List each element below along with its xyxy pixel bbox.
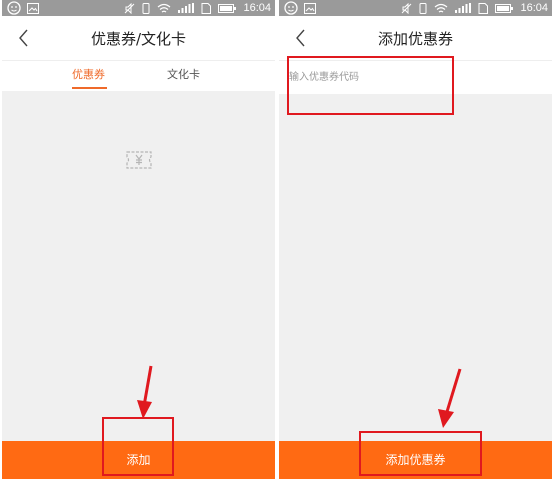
page-title: 优惠券/文化卡 [90, 30, 187, 48]
wifi-icon [158, 3, 171, 12]
status-time: 16:04 [520, 2, 548, 14]
tab-culture-card[interactable]: 文化卡 [167, 66, 200, 82]
vibrate-icon [142, 2, 150, 14]
add-button[interactable]: 添加 [2, 441, 275, 479]
battery-icon [495, 3, 514, 13]
signal-icon [178, 3, 195, 13]
coupon-code-row [279, 61, 552, 94]
tab-bar: 优惠券 文化卡 [2, 61, 275, 91]
face-icon [284, 1, 298, 15]
image-icon [304, 2, 316, 14]
left-phone-screen: 16:04 优惠券/文化卡 优惠券 文化卡 添加 [2, 0, 275, 479]
right-phone-screen: 16:04 添加优惠券 添加优惠券 [279, 0, 552, 479]
vibrate-icon [419, 2, 427, 14]
page-title: 添加优惠券 [377, 30, 453, 48]
sim-icon [478, 2, 489, 14]
face-icon [7, 1, 21, 15]
battery-icon [218, 3, 237, 13]
coupon-yen-icon [126, 151, 152, 169]
status-time: 16:04 [243, 2, 271, 14]
image-icon [27, 2, 39, 14]
mute-icon [402, 2, 412, 14]
coupon-list-empty [2, 91, 275, 441]
status-bar: 16:04 [2, 0, 275, 16]
add-coupon-button[interactable]: 添加优惠券 [279, 441, 552, 479]
content-area [279, 94, 552, 441]
sim-icon [201, 2, 212, 14]
nav-bar: 添加优惠券 [279, 16, 552, 61]
nav-bar: 优惠券/文化卡 [2, 16, 275, 61]
coupon-code-input[interactable] [289, 67, 539, 87]
status-bar: 16:04 [279, 0, 552, 16]
signal-icon [455, 3, 472, 13]
tab-coupons[interactable]: 优惠券 [72, 66, 105, 82]
tab-active-indicator [72, 87, 107, 89]
mute-icon [125, 2, 135, 14]
wifi-icon [435, 3, 448, 12]
